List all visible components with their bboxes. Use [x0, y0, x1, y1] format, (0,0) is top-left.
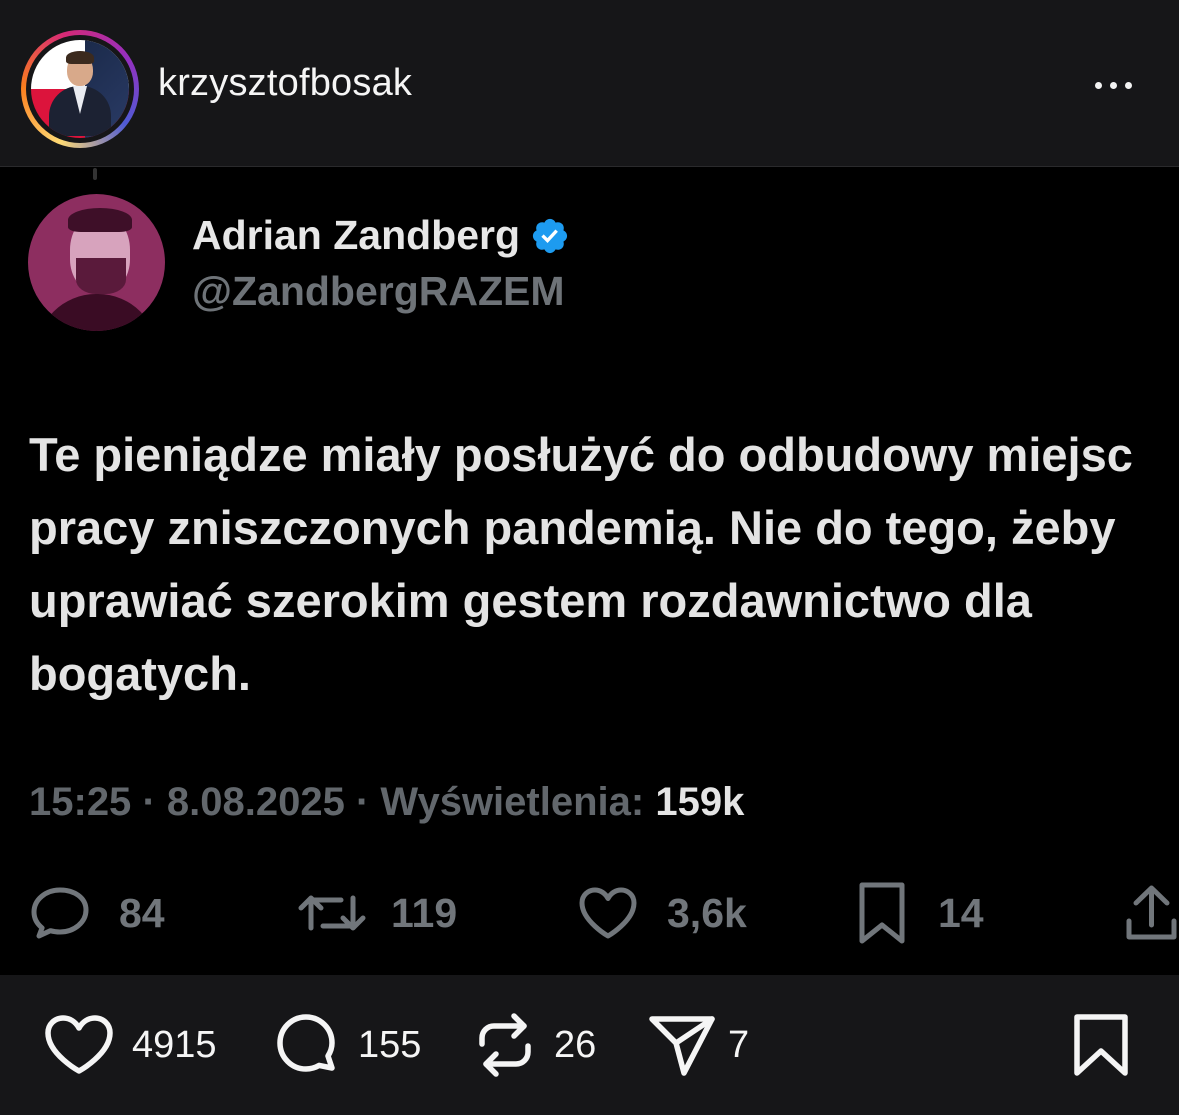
tweet-reply-count: 84 [119, 889, 165, 936]
avatar [31, 40, 129, 138]
tweet-text: Te pieniądze miały posłużyć do odbudowy … [29, 428, 1133, 700]
bookmark-icon [859, 882, 905, 944]
repost-count: 26 [554, 1023, 597, 1066]
story-ring-avatar[interactable] [21, 30, 139, 148]
share-action: 7 [648, 1013, 749, 1077]
tweet-author-avatar [28, 194, 165, 331]
repost-action: 26 [474, 1013, 596, 1077]
username[interactable]: krzysztofbosak [158, 62, 412, 105]
retweet-icon [298, 895, 366, 931]
reply-icon [31, 887, 89, 939]
tweet-views-label: Wyświetlenia: [380, 780, 645, 824]
heart-icon [579, 887, 637, 939]
embedded-tweet: Adrian Zandberg @ZandbergRAZEM Te pienią… [0, 168, 1179, 974]
tweet-bookmark-stat: 14 [856, 873, 984, 953]
save-action [1072, 1013, 1130, 1077]
like-action: 4915 [44, 1013, 217, 1077]
post-actions-bar: 4915 155 26 7 [0, 975, 1179, 1115]
tweet-time: 15:25 [29, 780, 132, 824]
comment-action: 155 [272, 1013, 421, 1077]
tweet-author-name: Adrian Zandberg [192, 212, 521, 258]
tweet-retweet-count: 119 [391, 889, 458, 936]
tweet-actions: 84 119 3,6k 14 [0, 873, 1179, 953]
tweet-date: 8.08.2025 [166, 780, 345, 824]
tweet-like-stat: 3,6k [577, 873, 747, 953]
comment-count: 155 [358, 1023, 422, 1066]
tweet-retweet-stat: 119 [297, 873, 457, 953]
tweet-views-count: 159k [655, 780, 745, 824]
share-count: 7 [728, 1023, 750, 1066]
comment-icon[interactable] [272, 1012, 340, 1078]
more-options-icon[interactable] [1087, 70, 1139, 100]
verified-badge-icon [532, 218, 568, 253]
tweet-reply-stat: 84 [29, 873, 165, 953]
tweet-share-stat [1124, 873, 1179, 953]
send-icon[interactable] [648, 1013, 716, 1077]
post-header: krzysztofbosak [0, 0, 1179, 167]
save-icon[interactable] [1072, 1013, 1130, 1077]
tweet-bookmark-count: 14 [938, 889, 984, 936]
tweet-meta: 15:25 · 8.08.2025 · Wyświetlenia: 159k [29, 780, 745, 824]
thread-line [93, 168, 97, 180]
instagram-post: krzysztofbosak Adrian Zandberg @Zandberg… [0, 0, 1179, 1115]
heart-icon[interactable] [44, 1014, 114, 1076]
tweet-author-row: Adrian Zandberg [192, 212, 570, 259]
tweet-like-count: 3,6k [667, 889, 747, 936]
tweet-author-handle: @ZandbergRAZEM [192, 268, 565, 314]
repost-icon[interactable] [474, 1012, 536, 1078]
like-count[interactable]: 4915 [132, 1024, 217, 1067]
share-icon [1126, 885, 1177, 940]
